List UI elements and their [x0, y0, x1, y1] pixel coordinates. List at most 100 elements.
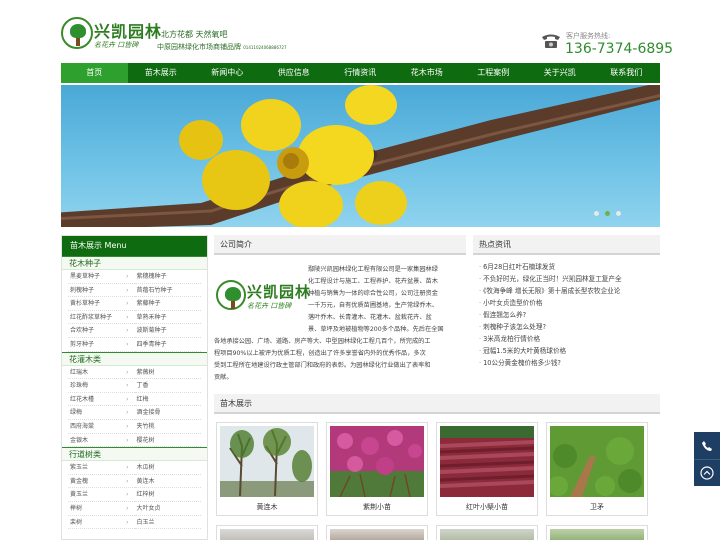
- product-photo: [330, 529, 424, 540]
- news-item[interactable]: 10公分黄金槐价格多少钱?: [479, 357, 660, 369]
- news-item[interactable]: 6月28日红叶石楠球发货: [479, 261, 660, 273]
- news-item[interactable]: 《牧海争峰 增长无限》第十届成长型农牧企业论: [479, 285, 660, 297]
- list-item[interactable]: 红梓树: [134, 488, 201, 502]
- list-item[interactable]: 珍珠梅: [68, 379, 135, 393]
- company-intro-title[interactable]: 公司简介: [214, 235, 466, 255]
- category-seeds-list: 黑麦草种子 紫穗槐种子 刺槐种子 苜蓿石竹种子 黄杉草种子 紫藤种子 红花酢浆草…: [62, 270, 207, 352]
- product-showcase: 苗木展示 黄连木 紫荆小苗 红叶小檗小苗 卫矛: [214, 394, 660, 540]
- category-shrubs-list: 红瑞木 紫薇树 珍珠梅 丁香 红花木槿 红梅 绿梅 酒金接骨 西府海棠 夹竹桃 …: [62, 366, 207, 448]
- list-item[interactable]: 绿梅: [68, 406, 135, 420]
- logo-title: 兴凯园林: [94, 22, 163, 41]
- list-item[interactable]: 紫穗槐种子: [134, 270, 201, 284]
- list-item[interactable]: 黄金槐: [68, 475, 135, 489]
- list-item[interactable]: 丁香: [134, 379, 201, 393]
- company-logo-subtitle: 名花卉 口皆碑: [247, 302, 292, 310]
- hero-banner[interactable]: [61, 85, 660, 227]
- list-item[interactable]: 夹竹桃: [134, 420, 201, 434]
- product-name: 卫矛: [590, 503, 604, 511]
- list-item[interactable]: 白玉兰: [134, 516, 201, 530]
- list-item[interactable]: 波斯菊种子: [134, 324, 201, 338]
- list-item[interactable]: 金银木: [68, 434, 135, 448]
- category-seeds[interactable]: 花木种子: [62, 256, 207, 270]
- product-category-sidebar: 苗木展示 Menu 花木种子 黑麦草种子 紫穗槐种子 刺槐种子 苜蓿石竹种子 黄…: [61, 235, 208, 540]
- product-card[interactable]: 黄连木: [216, 422, 318, 516]
- list-item[interactable]: 紫玉兰: [68, 461, 135, 475]
- list-item[interactable]: 樱花树: [134, 434, 201, 448]
- news-item[interactable]: 不负好时光，绿化正当时！兴凯园林复工复产全: [479, 273, 660, 285]
- list-item[interactable]: 红花木槿: [68, 393, 135, 407]
- list-item[interactable]: 黄杉草种子: [68, 297, 135, 311]
- product-card[interactable]: 卫矛: [546, 422, 648, 516]
- nav-supply[interactable]: 供应信息: [261, 63, 328, 83]
- product-row: 黄连木 紫荆小苗 红叶小檗小苗 卫矛: [214, 414, 660, 516]
- tree-photo: [220, 426, 314, 497]
- company-logo: 兴凯园林 名花卉 口皆碑: [216, 280, 310, 316]
- list-item[interactable]: 酒金接骨: [134, 406, 201, 420]
- list-item[interactable]: 栾树: [68, 516, 135, 530]
- list-item[interactable]: 黄连木: [134, 475, 201, 489]
- news-item[interactable]: 假连翘怎么养?: [479, 309, 660, 321]
- list-item[interactable]: 苜蓿石竹种子: [134, 284, 201, 298]
- banner-dot-1[interactable]: [594, 211, 599, 216]
- nav-cases[interactable]: 工程案例: [460, 63, 527, 83]
- category-street-trees[interactable]: 行道树类: [62, 447, 207, 462]
- news-item[interactable]: 小叶女贞造型价价格: [479, 297, 660, 309]
- product-card[interactable]: 红叶小檗小苗: [436, 422, 538, 516]
- list-item[interactable]: 黄玉兰: [68, 488, 135, 502]
- floating-toolbar: [694, 432, 720, 486]
- nav-about[interactable]: 关于兴凯: [527, 63, 594, 83]
- product-showcase-title[interactable]: 苗木展示: [214, 394, 660, 414]
- list-item[interactable]: 榉树: [68, 502, 135, 516]
- logo-subtitle: 名花卉 口皆碑: [94, 41, 139, 49]
- list-item[interactable]: 草熟禾种子: [134, 311, 201, 325]
- nav-news[interactable]: 新闻中心: [194, 63, 261, 83]
- phone-number[interactable]: 136-7374-6895: [565, 41, 673, 57]
- category-shrubs[interactable]: 花灌木类: [62, 351, 207, 366]
- nav-contact[interactable]: 联系我们: [593, 63, 660, 83]
- list-item[interactable]: 四季青种子: [134, 338, 201, 352]
- list-item[interactable]: 紫藤种子: [134, 297, 201, 311]
- phone-icon[interactable]: [694, 432, 720, 459]
- product-card[interactable]: [216, 525, 318, 540]
- list-item[interactable]: 红花酢浆草种子: [68, 311, 135, 325]
- tree-logo-icon: [61, 17, 93, 49]
- news-item[interactable]: 3米高龙柏行情价格: [479, 333, 660, 345]
- news-item[interactable]: 刺槐种子该怎么处理?: [479, 321, 660, 333]
- list-item[interactable]: 剪牙种子: [68, 338, 135, 352]
- list-item[interactable]: 红梅: [134, 393, 201, 407]
- news-list: 6月28日红叶石楠球发货 不负好时光，绿化正当时！兴凯园林复工复产全 《牧海争峰…: [473, 255, 660, 369]
- banner-dot-2[interactable]: [605, 211, 610, 216]
- list-item[interactable]: 西府海棠: [68, 420, 135, 434]
- nav-market-info[interactable]: 行情资讯: [327, 63, 394, 83]
- slogan: 北方花都 天然氧吧: [161, 30, 228, 39]
- site-logo[interactable]: 兴凯园林 名花卉 口皆碑: [61, 17, 161, 53]
- nav-flower-market[interactable]: 花木市场: [394, 63, 461, 83]
- list-item[interactable]: 合欢种子: [68, 324, 135, 338]
- company-intro: 公司简介 鄢陵兴凯园林绿化工程有限公司是一家集园林绿 化工程设计与施工、工程养护…: [214, 235, 466, 385]
- product-name: 黄连木: [256, 503, 278, 511]
- nav-products[interactable]: 苗木展示: [128, 63, 195, 83]
- company-text-line: 鄢陵兴凯园林绿化工程有限公司是一家集园林绿: [308, 266, 438, 273]
- telephone-icon: [542, 34, 560, 48]
- list-item[interactable]: 红瑞木: [68, 366, 135, 380]
- list-item[interactable]: 大叶女贞: [134, 502, 201, 516]
- list-item[interactable]: 木瓜树: [134, 461, 201, 475]
- company-text-line: 受到工程所在地建设行政主管部门和政府的表彰。为园林绿化行业做出了表率和: [214, 362, 431, 369]
- list-item[interactable]: 黑麦草种子: [68, 270, 135, 284]
- nav-home[interactable]: 首页: [61, 63, 128, 83]
- barberry-photo: [439, 426, 535, 497]
- banner-dot-3[interactable]: [616, 211, 621, 216]
- hot-news-title[interactable]: 热点资讯: [473, 235, 660, 255]
- list-item[interactable]: 紫薇树: [134, 366, 201, 380]
- product-card[interactable]: [436, 525, 538, 540]
- product-card[interactable]: 紫荆小苗: [326, 422, 428, 516]
- back-to-top-icon[interactable]: [694, 459, 720, 486]
- product-card[interactable]: [326, 525, 428, 540]
- product-card[interactable]: [546, 525, 648, 540]
- tagline: 中原园林绿化市场商铺品牌 01411024068886727: [157, 42, 287, 52]
- redbud-photo: [330, 426, 424, 498]
- news-item[interactable]: 冠幅1.5米的大叶黄杨球价格: [479, 345, 660, 357]
- product-row-2: [214, 516, 660, 540]
- company-text-line: 贡献。: [214, 374, 233, 381]
- list-item[interactable]: 刺槐种子: [68, 284, 135, 298]
